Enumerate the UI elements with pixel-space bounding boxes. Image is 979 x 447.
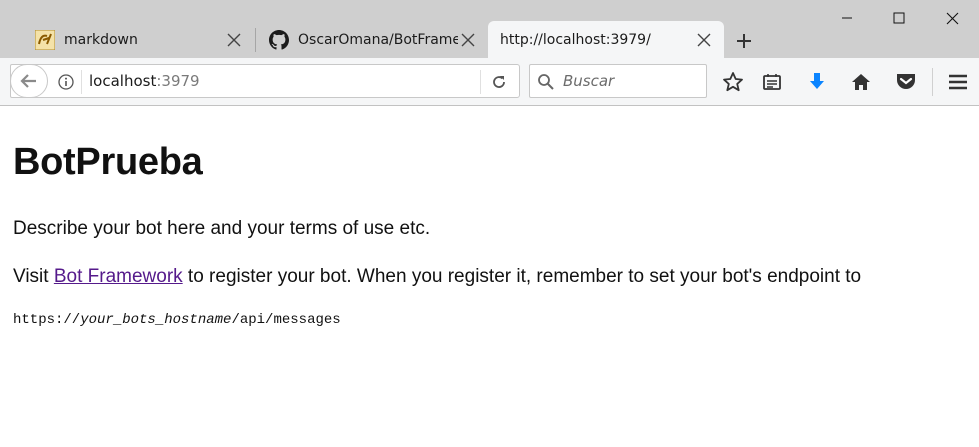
reading-list-icon [763,74,781,90]
pocket-button[interactable] [893,70,919,94]
visit-suffix: to register your bot. When you register … [182,266,862,287]
plus-icon [737,34,751,48]
back-button[interactable] [10,64,48,98]
minimize-button[interactable] [822,0,872,36]
url-text[interactable]: localhost:3979 [89,72,200,90]
back-arrow-icon [20,74,36,88]
url-bar[interactable] [10,64,520,98]
page-content: BotPrueba Describe your bot here and you… [0,107,979,447]
endpoint-code: https://your_bots_hostname/api/messages [13,312,341,328]
markdown-favicon-icon [35,29,55,50]
star-icon [723,72,743,92]
download-arrow-icon [810,73,824,89]
home-button[interactable] [848,70,874,94]
tab-title: OscarOmana/BotFrame [298,31,458,48]
info-icon[interactable] [58,74,74,90]
close-icon [946,12,958,24]
search-placeholder[interactable]: Buscar [563,72,614,90]
menu-button[interactable] [945,70,971,94]
tab-markdown[interactable]: markdown [22,21,254,58]
maximize-icon [893,12,905,24]
new-tab-button[interactable] [730,27,758,55]
url-port: :3979 [156,72,200,90]
downloads-button[interactable] [804,70,830,94]
visit-prefix: Visit [13,266,54,287]
github-icon [269,29,289,50]
tab-title: http://localhost:3979/ [500,31,651,48]
reload-icon [493,76,505,88]
tab-title: markdown [64,31,138,48]
maximize-button[interactable] [874,0,924,36]
endpoint-suffix: /api/messages [231,312,341,328]
close-tab-icon[interactable] [458,30,478,50]
close-tab-icon[interactable] [694,30,714,50]
home-icon [852,74,870,90]
pocket-icon [897,74,915,89]
navigation-toolbar: localhost:3979 Buscar [0,58,979,106]
url-separator [81,70,82,94]
minimize-icon [842,17,852,19]
endpoint-prefix: https:// [13,312,81,328]
close-tab-icon[interactable] [224,30,244,50]
search-bar[interactable] [529,64,707,98]
hamburger-menu-icon [949,74,967,90]
toolbar-separator [932,68,933,96]
reload-separator [480,70,481,94]
url-host: localhost [89,72,157,90]
register-paragraph: Visit Bot Framework to register your bot… [13,266,861,288]
search-icon [537,73,555,91]
bot-framework-link[interactable]: Bot Framework [54,266,183,287]
close-window-button[interactable] [927,0,977,36]
description-paragraph: Describe your bot here and your terms of… [13,218,431,239]
bookmark-star-button[interactable] [720,70,746,94]
endpoint-host: your_bots_hostname [80,312,232,328]
tab-localhost[interactable]: http://localhost:3979/ [488,21,724,58]
page-title: BotPrueba [13,141,203,183]
reload-button[interactable] [485,70,513,94]
reading-list-button[interactable] [759,70,785,94]
tab-github[interactable]: OscarOmana/BotFrame [256,21,488,58]
tab-strip: markdown OscarOmana/BotFrame http://loca… [0,0,979,58]
